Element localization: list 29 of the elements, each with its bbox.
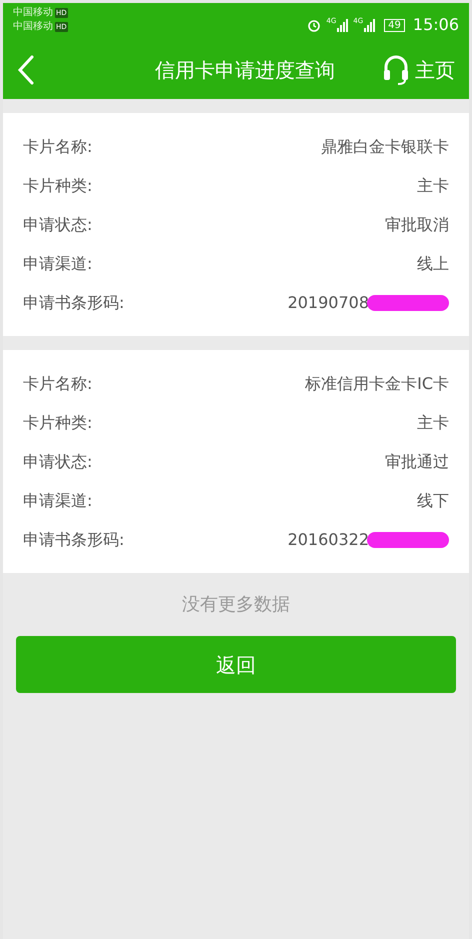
return-button[interactable]: 返回 xyxy=(16,636,456,693)
field-label: 卡片名称: xyxy=(23,136,92,158)
field-label: 卡片种类: xyxy=(23,412,92,434)
field-value: 线下 xyxy=(417,490,449,512)
field-label: 卡片种类: xyxy=(23,174,92,196)
field-value: 20190708 xyxy=(288,292,369,314)
home-button[interactable]: 主页 xyxy=(383,54,455,86)
field-label: 申请状态: xyxy=(23,214,92,236)
field-value: 主卡 xyxy=(417,174,449,196)
battery-icon: 49 xyxy=(384,18,405,32)
clock-time: 15:06 xyxy=(412,14,459,36)
field-value: 主卡 xyxy=(417,412,449,434)
field-label: 申请渠道: xyxy=(23,490,92,512)
field-value: 审批取消 xyxy=(385,214,449,236)
field-value: 标准信用卡金卡IC卡 xyxy=(305,372,449,394)
field-value: 线上 xyxy=(417,252,449,274)
field-label: 卡片名称: xyxy=(23,372,92,394)
page-title: 信用卡申请进度查询 xyxy=(154,57,336,84)
carrier-name: 中国移动 xyxy=(13,6,53,19)
field-label: 申请书条形码: xyxy=(23,292,124,314)
headset-icon xyxy=(383,54,409,86)
no-more-data-text: 没有更多数据 xyxy=(181,593,291,617)
field-value: 审批通过 xyxy=(385,450,449,472)
field-label: 申请书条形码: xyxy=(23,528,124,550)
field-value: 鼎雅白金卡银联卡 xyxy=(321,136,449,158)
carrier-name: 中国移动 xyxy=(13,20,53,33)
field-label: 申请状态: xyxy=(23,450,92,472)
field-label: 申请渠道: xyxy=(23,252,92,274)
field-value: 20160322 xyxy=(288,528,369,550)
